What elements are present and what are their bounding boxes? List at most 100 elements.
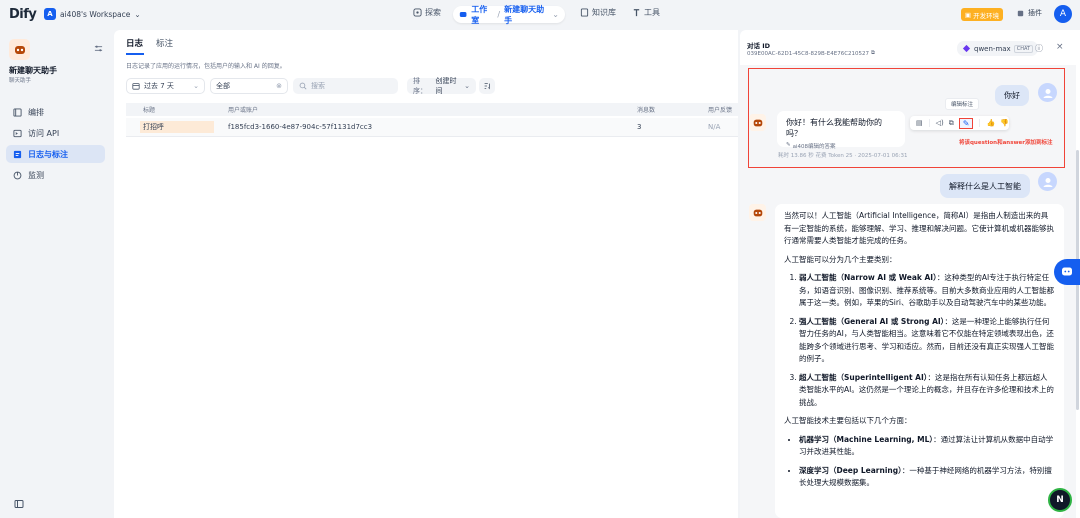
api-icon [13, 129, 22, 137]
bot-avatar-icon [749, 204, 766, 221]
assistant-fab[interactable]: N [1048, 488, 1072, 512]
calendar-icon [132, 83, 140, 90]
nav-knowledge[interactable]: 知识库 [580, 7, 616, 18]
toggle-settings-icon[interactable] [94, 44, 103, 53]
column-header: 用户或账户 [228, 107, 259, 114]
sidebar-item-label: 访问 API [28, 128, 60, 138]
sort-desc-icon [484, 83, 490, 90]
user-avatar-icon [1038, 172, 1057, 191]
list-item-title: 弱人工智能（Narrow AI 或 Weak AI） [799, 273, 937, 282]
sidebar-item-orchestrate[interactable]: 编排 [6, 103, 105, 121]
list-item: 深度学习（Deep Learning）：一种基于神经网络的机器学习方法，特别擅长… [799, 465, 1055, 490]
app-type: 聊天助手 [9, 78, 32, 84]
logs-main: 日志 标注 日志记录了应用的运行情况，包括用户的输入和 AI 的回复。 过去 7… [114, 30, 738, 518]
collapse-sidebar-icon[interactable] [14, 499, 24, 509]
sidebar-item-api[interactable]: 访问 API [6, 124, 105, 142]
close-icon[interactable]: × [1056, 42, 1064, 52]
page-description: 日志记录了应用的运行情况，包括用户的输入和 AI 的回复。 [126, 63, 286, 70]
qwen-icon [962, 44, 971, 53]
clear-icon[interactable]: ⊗ [276, 82, 282, 90]
list-item: 超人工智能（Superintelligent AI）：这是指在所有认知任务上都远… [799, 372, 1055, 410]
compass-icon [413, 8, 422, 17]
orchestrate-icon [13, 107, 22, 117]
answer-intro: 当然可以！人工智能（Artificial Intelligence，简称AI）是… [784, 211, 1054, 245]
nav-current-app[interactable]: 新建聊天助手 [504, 4, 548, 26]
sidebar-item-label: 监测 [28, 170, 44, 180]
conversation-id-value: 039E00AC-62D1-45C8-829B-E4E76C210527 [747, 50, 870, 57]
sidebar-item-label: 编排 [28, 107, 44, 117]
sort-label: 排序： [413, 77, 427, 95]
answer-tech-intro: 人工智能技术主要包括以下几个方面： [784, 416, 912, 425]
bot-answer: 当然可以！人工智能（Artificial Intelligence，简称AI）是… [775, 204, 1064, 518]
user-message: 解释什么是人工智能 [940, 174, 1030, 198]
top-bar: Dify A ai408's Workspace ⌄ 探索 工作室 / 新建聊天… [0, 0, 1080, 30]
table-row[interactable]: 打招呼 f185fcd3-1660-4e87-904c-57f1131d7cc3… [126, 118, 738, 137]
sidebar-item-monitor[interactable]: 监测 [6, 166, 105, 184]
sidebar-item-logs[interactable]: 日志与标注 [6, 145, 105, 163]
list-item: 弱人工智能（Narrow AI 或 Weak AI）：这种类型的AI专注于执行特… [799, 272, 1055, 310]
app-name: 新建聊天助手 [9, 66, 57, 75]
status-filter-value: 全部 [216, 82, 230, 90]
search-input[interactable]: 搜索 [293, 78, 398, 94]
env-icon: ▣ [964, 10, 972, 19]
sort-select[interactable]: 排序： 创建时间 ⌄ [407, 77, 476, 95]
conversation-id: 039E00AC-62D1-45C8-829B-E4E76C210527 ⧉ [747, 50, 875, 57]
robot-icon [14, 45, 25, 54]
nav-studio-label: 工作室 [471, 4, 488, 25]
env-badge-label: 开发环境 [973, 11, 1000, 20]
sidebar: 新建聊天助手 聊天助手 编排 访问 API 日志与标注 监测 [0, 30, 114, 518]
plugins-label: 插件 [1028, 9, 1042, 17]
list-item-title: 强人工智能（General AI 或 Strong AI） [799, 316, 945, 326]
model-badge[interactable]: qwen-max CHAT [957, 41, 1039, 56]
period-filter[interactable]: 过去 7 天 ⌄ [126, 78, 205, 94]
table-header: 标题 用户或账户 消息数 用户反馈 [126, 103, 738, 116]
list-item-title: 机器学习（Machine Learning, ML） [799, 434, 934, 444]
column-header: 消息数 [637, 107, 656, 114]
monitor-icon [13, 171, 22, 179]
dify-logo[interactable]: Dify [9, 7, 37, 22]
column-header: 标题 [143, 107, 156, 114]
sort-order-button[interactable] [479, 78, 495, 94]
nav-tools-label: 工具 [644, 8, 660, 17]
nav-explore[interactable]: 探索 [413, 7, 441, 18]
sidebar-item-label: 日志与标注 [28, 149, 68, 159]
tools-icon [633, 9, 640, 17]
list-item: 强人工智能（General AI 或 Strong AI）：这是一种理论上能够执… [799, 316, 1055, 366]
model-mode: CHAT [1013, 44, 1034, 53]
row-user: f185fcd3-1660-4e87-904c-57f1131d7cc3 [228, 123, 373, 131]
status-filter[interactable]: 全部 ⊗ [210, 78, 288, 94]
column-header: 用户反馈 [708, 107, 733, 114]
nav-studio[interactable]: 工作室 / 新建聊天助手 ⌄ [453, 4, 565, 26]
chevron-down-icon: ⌄ [134, 9, 141, 19]
row-title: 打招呼 [140, 121, 214, 133]
info-icon[interactable]: ⓘ [1035, 43, 1043, 54]
nav-knowledge-label: 知识库 [592, 8, 616, 17]
env-badge[interactable]: ▣ 开发环境 [961, 8, 1003, 21]
highlight-box [748, 68, 1065, 168]
answer-types-list: 弱人工智能（Narrow AI 或 Weak AI）：这种类型的AI专注于执行特… [784, 272, 1055, 409]
chevron-down-icon: ⌄ [552, 10, 559, 19]
sort-value: 创建时间 [435, 77, 457, 95]
list-item-title: 超人工智能（Superintelligent AI） [799, 372, 928, 382]
plugins-button[interactable]: 插件 [1016, 8, 1042, 18]
search-icon [299, 82, 307, 90]
nav-tools[interactable]: 工具 [632, 7, 660, 18]
book-icon [580, 8, 589, 17]
chat-support-button[interactable] [1054, 259, 1080, 285]
chat-bubble-icon [1062, 267, 1072, 276]
app-icon [9, 39, 30, 60]
copy-icon[interactable]: ⧉ [871, 50, 875, 57]
row-message-count: 3 [637, 123, 642, 131]
workspace-switcher[interactable]: A ai408's Workspace ⌄ [44, 8, 141, 20]
list-item-title: 深度学习（Deep Learning） [799, 465, 902, 475]
tab-annotations[interactable]: 标注 [156, 37, 173, 49]
chevron-down-icon: ⌄ [193, 82, 199, 90]
model-name: qwen-max [974, 44, 1011, 53]
workspace-name: ai408's Workspace [60, 9, 131, 19]
user-avatar[interactable]: A [1054, 5, 1072, 23]
tab-logs[interactable]: 日志 [126, 37, 143, 49]
studio-icon [459, 12, 467, 17]
plugin-icon [1017, 10, 1024, 16]
conversation-id-label: 对话 ID [747, 42, 771, 50]
answer-types-intro: 人工智能可以分为几个主要类别： [784, 254, 897, 264]
